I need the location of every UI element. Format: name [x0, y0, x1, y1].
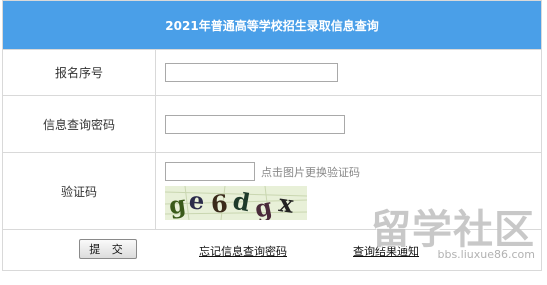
query-password-label: 信息查询密码 — [2, 95, 156, 153]
registration-number-label: 报名序号 — [2, 49, 156, 96]
action-row: 提 交 忘记信息查询密码 查询结果通知 — [2, 229, 542, 271]
captcha-label: 验证码 — [2, 152, 156, 230]
captcha-char: 6 — [209, 188, 229, 219]
captcha-refresh-hint[interactable]: 点击图片更换验证码 — [261, 164, 360, 180]
forgot-password-link[interactable]: 忘记信息查询密码 — [199, 243, 287, 259]
captcha-input[interactable] — [165, 162, 255, 181]
captcha-image[interactable]: ge6dgx — [165, 186, 307, 220]
captcha-char: g — [166, 188, 188, 220]
query-result-link[interactable]: 查询结果通知 — [353, 243, 419, 259]
form-title: 2021年普通高等学校招生录取信息查询 — [2, 0, 542, 50]
registration-number-input[interactable] — [165, 63, 338, 82]
captcha-char: e — [187, 186, 206, 216]
submit-button[interactable]: 提 交 — [79, 239, 137, 259]
query-form-table: 2021年普通高等学校招生录取信息查询 报名序号 信息查询密码 验证码 点击图片… — [2, 0, 542, 271]
query-password-input[interactable] — [165, 114, 345, 134]
